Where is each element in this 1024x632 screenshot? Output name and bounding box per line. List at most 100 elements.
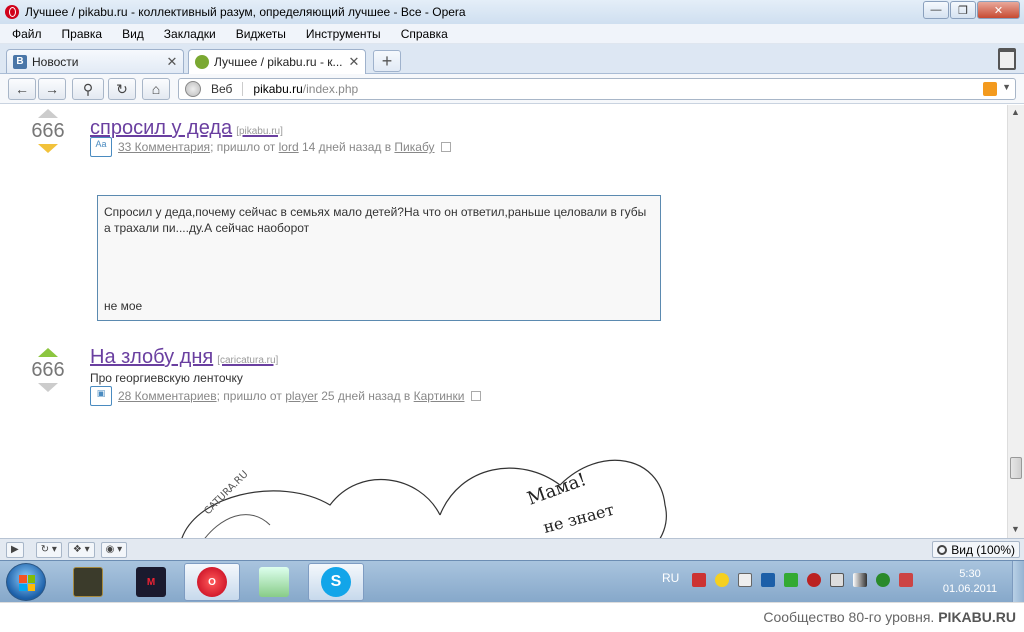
save-icon[interactable]: [440, 142, 451, 152]
footer-strip: Сообщество 80-го уровня. PIKABU.RU: [0, 602, 1024, 632]
language-indicator[interactable]: RU: [662, 571, 679, 585]
footer-brand: PIKABU.RU: [938, 609, 1016, 625]
speaker-icon[interactable]: [807, 573, 821, 587]
address-field[interactable]: Веб pikabu.ru/index.php ▼: [178, 78, 1016, 100]
post-score: 666: [31, 359, 65, 381]
tab-bar: B Новости ✕ Лучшее / pikabu.ru - к... ✕ …: [0, 44, 1024, 74]
taskbar-app-skype[interactable]: S: [308, 563, 364, 601]
maximize-button[interactable]: ❐: [950, 1, 976, 19]
tray-icon-4[interactable]: [761, 573, 775, 587]
cartoon-text-1: Мама!: [525, 469, 590, 510]
start-button[interactable]: [6, 563, 46, 601]
main-app-icon: M: [136, 567, 166, 597]
tray-icon-10[interactable]: [899, 573, 913, 587]
comments-link[interactable]: 33 Комментария: [118, 140, 210, 154]
post-source: [pikabu.ru]: [236, 126, 283, 137]
chevron-down-icon[interactable]: ▼: [1002, 82, 1011, 92]
footer-text: Сообщество 80-го уровня. PIKABU.RU: [763, 609, 1016, 625]
menu-widgets[interactable]: Виджеты: [236, 27, 286, 41]
new-tab-button[interactable]: +: [373, 50, 401, 72]
vote-up-icon[interactable]: [38, 109, 58, 118]
tab-close-icon[interactable]: ✕: [165, 54, 179, 70]
close-button[interactable]: ✕: [977, 1, 1020, 19]
volume-icon[interactable]: [830, 573, 844, 587]
category-link[interactable]: Пикабу: [394, 140, 434, 154]
taskbar-app-opera[interactable]: O: [184, 563, 240, 601]
vote-block: 666: [28, 109, 68, 153]
post-text: Спросил у деда,почему сейчас в семьях ма…: [97, 195, 661, 321]
scroll-thumb[interactable]: [1010, 457, 1022, 479]
home-button[interactable]: ⌂: [142, 78, 170, 100]
unite-icon[interactable]: ❖ ▾: [67, 541, 95, 558]
tab-pikabu[interactable]: Лучшее / pikabu.ru - к... ✕: [188, 49, 366, 74]
post-title[interactable]: На злобу дня [caricatura.ru]: [90, 346, 278, 369]
battery-icon[interactable]: [738, 573, 752, 587]
cartoon-image[interactable]: CATURA.RU Мама! не знает: [160, 445, 680, 538]
key-icon[interactable]: ⚲: [72, 78, 104, 100]
forward-button[interactable]: →: [38, 78, 66, 100]
menu-edit[interactable]: Правка: [62, 27, 103, 41]
tab-close-icon[interactable]: ✕: [347, 54, 361, 70]
save-icon[interactable]: [470, 391, 481, 401]
meta-time: 14 дней назад в: [302, 140, 392, 154]
meta-from: ; пришло от: [216, 389, 282, 403]
tab-news[interactable]: B Новости ✕: [6, 49, 184, 73]
opera-logo-icon: [5, 5, 19, 19]
zoom-label: Вид (100%): [951, 542, 1015, 557]
menu-file[interactable]: Файл: [12, 27, 42, 41]
network-icon[interactable]: [853, 573, 867, 587]
taskbar: M O S RU 5:30 01.06.2011: [0, 560, 1024, 603]
tray-icon-5[interactable]: [784, 573, 798, 587]
window-controls: — ❐ ✕: [922, 1, 1020, 19]
camera-icon: ▣: [90, 386, 112, 406]
window-titlebar: Лучшее / pikabu.ru - коллективный разум,…: [0, 0, 1024, 24]
show-desktop-button[interactable]: [1012, 561, 1024, 603]
zoom-control[interactable]: Вид (100%): [932, 541, 1020, 558]
tray-icon-1[interactable]: [692, 573, 706, 587]
back-button[interactable]: ←: [8, 78, 36, 100]
author-link[interactable]: player: [285, 389, 318, 403]
comments-link[interactable]: 28 Комментариев: [118, 389, 217, 403]
panel-toggle-icon[interactable]: ▶: [6, 541, 24, 558]
post-subtitle: Про георгиевскую ленточку: [90, 371, 243, 385]
menu-view[interactable]: Вид: [122, 27, 144, 41]
scroll-up-icon[interactable]: ▲: [1011, 107, 1020, 117]
clock-date: 01.06.2011: [942, 583, 998, 595]
post-body: Спросил у деда,почему сейчас в семьях ма…: [104, 205, 647, 235]
post-score: 666: [31, 120, 65, 142]
rss-icon[interactable]: [983, 82, 997, 96]
minimize-button[interactable]: —: [923, 1, 949, 19]
post-title-text[interactable]: спросил у деда: [90, 117, 232, 139]
menu-bookmarks[interactable]: Закладки: [164, 27, 216, 41]
system-tray: [692, 573, 922, 587]
trash-icon[interactable]: [998, 48, 1016, 70]
url-text[interactable]: pikabu.ru/index.php: [253, 82, 358, 96]
reload-button[interactable]: ↻: [108, 78, 136, 100]
sync-icon[interactable]: ↻ ▾: [35, 541, 62, 558]
scroll-down-icon[interactable]: ▼: [1011, 524, 1020, 534]
vote-block: 666: [28, 348, 68, 392]
tray-icon-2[interactable]: [715, 573, 729, 587]
turbo-icon[interactable]: ◉ ▾: [100, 541, 128, 558]
meta-time: 25 дней назад в: [321, 389, 411, 403]
url-path: /index.php: [302, 82, 359, 96]
web-label[interactable]: Веб: [211, 82, 244, 96]
menu-bar: Файл Правка Вид Закладки Виджеты Инструм…: [0, 24, 1024, 44]
taskbar-app-main[interactable]: M: [123, 563, 179, 601]
status-bar: ▶ ↻ ▾ ❖ ▾ ◉ ▾ Вид (100%): [0, 538, 1024, 560]
vote-up-icon[interactable]: [38, 348, 58, 357]
taskbar-app-icq[interactable]: [246, 563, 302, 601]
author-link[interactable]: lord: [279, 140, 299, 154]
menu-tools[interactable]: Инструменты: [306, 27, 381, 41]
category-link[interactable]: Картинки: [414, 389, 465, 403]
vote-down-icon[interactable]: [38, 383, 58, 392]
post-signature: не мое: [104, 299, 143, 313]
menu-help[interactable]: Справка: [401, 27, 448, 41]
footer-slogan: Сообщество 80-го уровня.: [763, 609, 935, 625]
vote-down-icon[interactable]: [38, 144, 58, 153]
system-clock[interactable]: 5:30 01.06.2011: [940, 567, 1000, 597]
tray-icon-9[interactable]: [876, 573, 890, 587]
vertical-scrollbar[interactable]: ▲ ▼: [1007, 105, 1024, 538]
post-title-text[interactable]: На злобу дня: [90, 346, 213, 368]
taskbar-app-game[interactable]: [60, 563, 116, 601]
